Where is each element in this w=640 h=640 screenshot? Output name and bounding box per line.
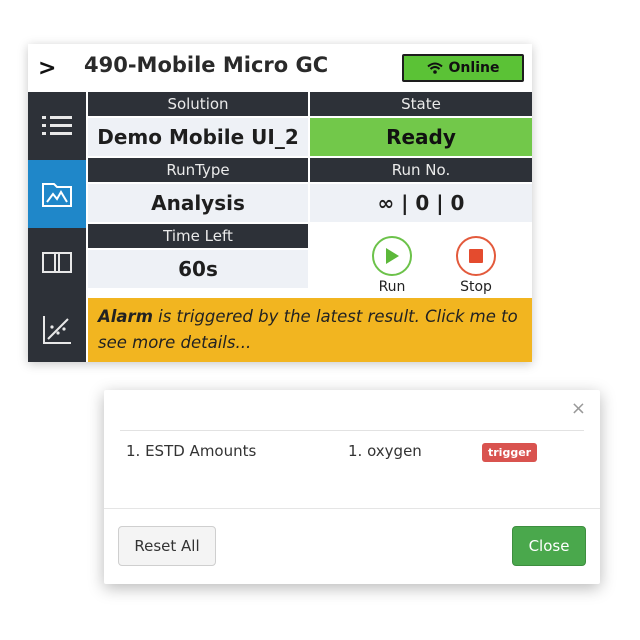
solution-value[interactable]: Demo Mobile UI_2	[88, 118, 308, 156]
time-left-value: 60s	[88, 250, 308, 288]
play-icon	[372, 236, 412, 276]
stop-icon	[456, 236, 496, 276]
footer-divider	[104, 508, 600, 509]
solution-header: Solution	[88, 92, 308, 116]
method-cell: 1. ESTD Amounts	[126, 442, 257, 460]
sidebar-item-list[interactable]	[28, 92, 86, 160]
run-number-value[interactable]: ∞ | 0 | 0	[310, 184, 532, 222]
wifi-icon	[426, 62, 443, 74]
run-button[interactable]: Run	[364, 236, 420, 295]
online-status-badge[interactable]: Online	[402, 54, 524, 82]
divider	[120, 430, 584, 431]
sidebar-item-chromatogram[interactable]	[28, 160, 86, 228]
status-grid: Solution State Demo Mobile UI_2 Ready Ru…	[88, 92, 532, 296]
run-label: Run	[378, 279, 406, 295]
scatter-chart-icon	[43, 316, 71, 344]
compound-cell: 1. oxygen	[348, 442, 422, 460]
close-button[interactable]: Close	[512, 526, 586, 566]
sidebar-item-book[interactable]	[28, 228, 86, 296]
instrument-title: 490-Mobile Micro GC	[84, 53, 329, 77]
instrument-panel: > 490-Mobile Micro GC Online Solution St…	[28, 44, 532, 362]
runtype-header: RunType	[88, 158, 308, 182]
sidebar-item-calibration[interactable]	[28, 296, 86, 364]
state-header: State	[310, 92, 532, 116]
book-icon	[42, 252, 72, 273]
list-icon	[42, 116, 72, 135]
trigger-badge: trigger	[482, 443, 538, 462]
alarm-title: Alarm	[98, 307, 153, 326]
sidebar	[28, 92, 86, 362]
online-status-label: Online	[448, 60, 500, 76]
panel-header: > 490-Mobile Micro GC Online	[28, 44, 532, 92]
runtype-value[interactable]: Analysis	[88, 184, 308, 222]
reset-all-button[interactable]: Reset All	[118, 526, 216, 566]
alarm-details-modal: × 1. ESTD Amounts 1. oxygen trigger Rese…	[104, 390, 600, 584]
chevron-right-icon[interactable]: >	[38, 56, 56, 81]
stop-button[interactable]: Stop	[448, 236, 504, 295]
alarm-message: is triggered by the latest result. Click…	[98, 307, 518, 352]
stop-label: Stop	[460, 279, 492, 295]
alarm-banner[interactable]: Alarm is triggered by the latest result.…	[88, 298, 532, 362]
run-controls: Run Stop	[310, 230, 532, 296]
chromatogram-icon	[42, 183, 72, 207]
run-number-header: Run No.	[310, 158, 532, 182]
time-left-header: Time Left	[88, 224, 308, 248]
state-value: Ready	[310, 118, 532, 156]
close-icon[interactable]: ×	[571, 398, 586, 419]
